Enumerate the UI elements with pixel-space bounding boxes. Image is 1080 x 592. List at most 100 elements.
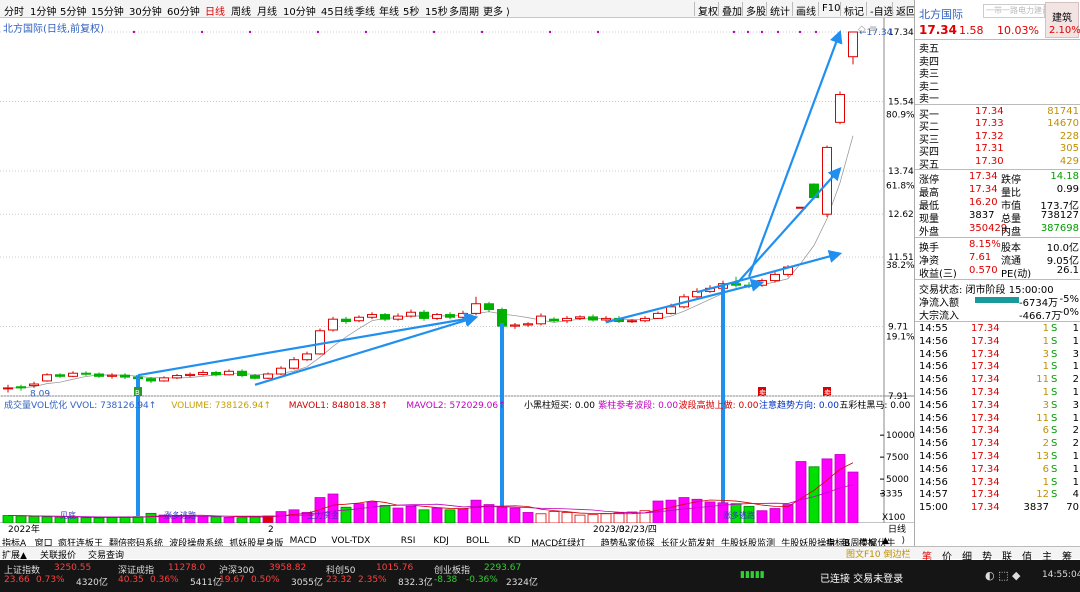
volume-bar[interactable] — [431, 507, 443, 524]
volume-bar[interactable] — [93, 517, 105, 524]
volume-bar[interactable] — [574, 514, 586, 524]
indicator-tab-11[interactable]: KD — [508, 536, 521, 546]
vol-tick-label: 7500 — [886, 453, 909, 463]
period-tab-14[interactable]: 15秒 — [425, 3, 448, 18]
volume-bar[interactable] — [769, 508, 781, 524]
period-tab-2[interactable]: 5分钟 — [60, 3, 86, 18]
candle[interactable] — [835, 91, 845, 125]
toolbar-btn-2[interactable]: 多股 — [742, 2, 769, 18]
volume-bar[interactable] — [366, 501, 378, 524]
volume-bar[interactable] — [28, 515, 40, 524]
tick-row: 14:56 17.34 3 S 3 — [915, 400, 1080, 413]
volume-bar[interactable] — [106, 516, 118, 524]
volume-bar[interactable] — [522, 512, 534, 524]
volume-bar[interactable] — [288, 509, 300, 524]
tick-count: 3 — [1072, 399, 1079, 411]
volume-bar[interactable] — [392, 507, 404, 524]
indicator-tab-10[interactable]: BOLL — [466, 536, 489, 546]
volume-bar[interactable] — [470, 499, 482, 524]
volume-bar[interactable] — [509, 507, 521, 524]
volume-bar[interactable] — [444, 509, 456, 524]
indicator-tab-21[interactable]: ▲ — [882, 536, 889, 546]
stat-value: 387698 — [1040, 223, 1079, 234]
volume-bar[interactable] — [41, 516, 53, 524]
volume-bar[interactable] — [847, 471, 859, 524]
volume-bar[interactable] — [782, 504, 794, 524]
candle[interactable] — [315, 328, 325, 355]
period-tab-0[interactable]: 分时 — [4, 3, 24, 18]
volume-bar[interactable] — [457, 508, 469, 524]
toolbar-btn-3[interactable]: 统计 — [766, 2, 793, 18]
f10-sub-link[interactable]: 图文F10 倒边栏 — [846, 547, 911, 560]
period-tab-13[interactable]: 5秒 — [403, 3, 419, 18]
volume-bar[interactable] — [80, 517, 92, 524]
flow-pct: -0% — [1059, 307, 1079, 318]
indicator-tab-8[interactable]: RSI — [401, 536, 416, 546]
period-tab-15[interactable]: 多周期 — [449, 3, 479, 18]
kline-chart[interactable]: 17.3415.5413.7412.6211.519.717.9180.9%61… — [0, 18, 914, 546]
indicator-tab-7[interactable]: VOL-TDX — [331, 536, 370, 546]
volume-bar[interactable] — [561, 512, 573, 524]
indicator-tab-6[interactable]: MACD — [290, 536, 317, 546]
volume-bar[interactable] — [808, 466, 820, 524]
index-change: 19.67 — [219, 575, 245, 585]
volume-bar[interactable] — [249, 516, 261, 524]
period-tab-6[interactable]: 日线 — [205, 3, 225, 18]
tick-count: 1 — [1072, 412, 1079, 424]
status-icons[interactable]: ◐ ⬚ ◆ — [985, 569, 1020, 582]
volume-bar[interactable] — [379, 505, 391, 524]
volume-bar[interactable] — [236, 517, 248, 524]
indicator-tab-9[interactable]: KDJ — [433, 536, 449, 546]
volume-bar[interactable] — [756, 510, 768, 524]
period-tab-5[interactable]: 60分钟 — [167, 3, 200, 18]
volume-bar[interactable] — [496, 506, 508, 524]
period-tab-9[interactable]: 10分钟 — [283, 3, 316, 18]
candle[interactable] — [328, 316, 338, 332]
volume-bar[interactable] — [613, 512, 625, 524]
period-tab-11[interactable]: 季线 — [355, 3, 375, 18]
toolbar-btn-6[interactable]: 标记 — [840, 2, 867, 18]
period-tab-1[interactable]: 1分钟 — [30, 3, 56, 18]
period-tab-16[interactable]: 更多 ⟩ — [483, 3, 510, 18]
volume-bar[interactable] — [223, 516, 235, 524]
sector-badge[interactable]: 建筑 2.10% — [1045, 2, 1080, 38]
volume-bar[interactable] — [548, 511, 560, 524]
period-tab-12[interactable]: 年线 — [379, 3, 399, 18]
volume-bar[interactable] — [678, 497, 690, 524]
period-tab-4[interactable]: 30分钟 — [129, 3, 162, 18]
search-input[interactable]: 一带一路电力建设龙头 — [983, 4, 1045, 18]
tick-time: 14:56 — [919, 438, 948, 450]
period-tab-10[interactable]: 45日线 — [321, 3, 354, 18]
stat-value: 8.15% — [969, 239, 1001, 250]
volume-bar[interactable] — [405, 505, 417, 524]
toolbar-btn-4[interactable]: 画线 — [792, 2, 819, 18]
volume-bar[interactable] — [665, 499, 677, 524]
connection-status[interactable]: 已连接 交易未登录 — [820, 570, 903, 585]
toolbar-btn-1[interactable]: 叠加 — [718, 2, 745, 18]
signal-dot — [776, 30, 780, 34]
toolbar-btn-0[interactable]: 复权 — [694, 2, 721, 18]
volume-bar[interactable] — [418, 509, 430, 524]
indicator-tab-18[interactable]: ⟩ — [902, 536, 906, 546]
volume-bar[interactable] — [2, 515, 14, 524]
stat-value: 17.34 — [969, 171, 998, 182]
period-tab-3[interactable]: 15分钟 — [91, 3, 124, 18]
volume-bar[interactable] — [15, 515, 27, 524]
volume-bar[interactable] — [210, 516, 222, 524]
volume-bar[interactable] — [795, 461, 807, 524]
volume-bar[interactable] — [145, 512, 157, 524]
volume-bar[interactable] — [353, 503, 365, 524]
date-axis — [0, 523, 914, 535]
volume-bar[interactable] — [600, 513, 612, 524]
volume-bar[interactable] — [704, 501, 716, 524]
chart-nav-icons[interactable]: ◇ ≡ — [858, 24, 877, 35]
volume-bar[interactable] — [197, 515, 209, 524]
volume-bar[interactable] — [275, 511, 287, 524]
period-tab-8[interactable]: 月线 — [257, 3, 277, 18]
volume-bar[interactable] — [535, 513, 547, 524]
volume-bar[interactable] — [483, 504, 495, 524]
volume-bar[interactable] — [587, 514, 599, 524]
volume-bar[interactable] — [691, 498, 703, 524]
candle[interactable] — [42, 373, 52, 382]
period-tab-7[interactable]: 周线 — [231, 3, 251, 18]
